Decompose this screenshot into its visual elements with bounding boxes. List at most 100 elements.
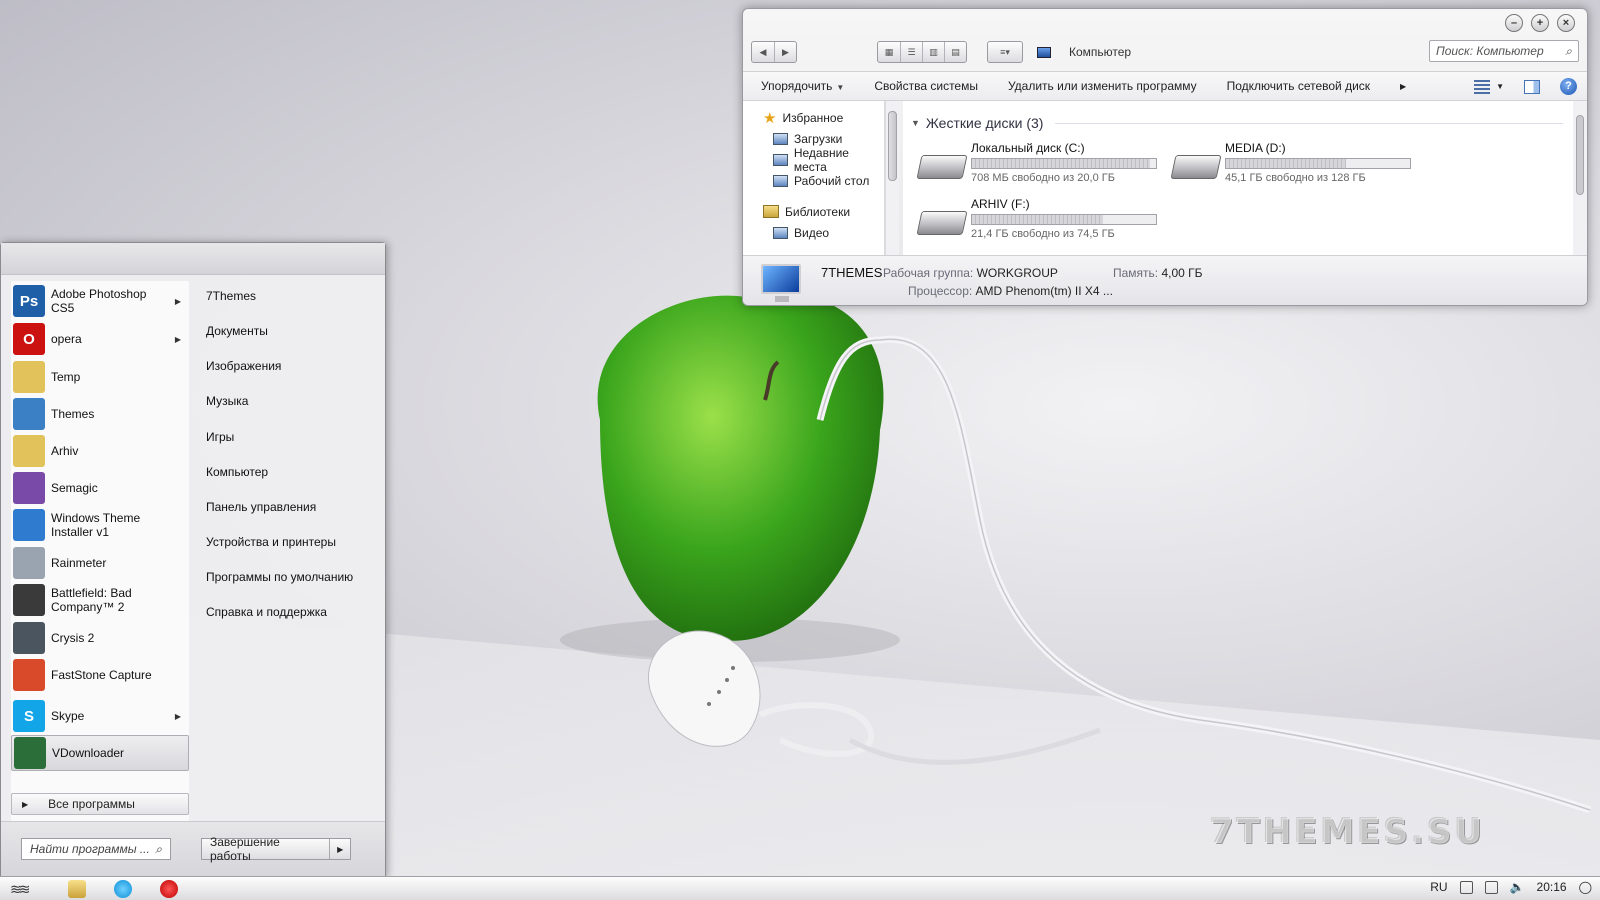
all-programs-button[interactable]: ▶ Все программы [11, 793, 189, 815]
nav-item-libraries[interactable]: Библиотеки [743, 201, 884, 222]
drive-item-c[interactable]: Локальный диск (C:) 708 МБ свободно из 2… [916, 141, 1169, 193]
program-item[interactable]: Battlefield: Bad Company™ 2 [11, 582, 189, 618]
uninstall-program-button[interactable]: Удалить или изменить программу [1008, 79, 1197, 93]
explorer-taskbar-icon[interactable] [68, 879, 86, 898]
command-bar: Упорядочить ▼ Свойства системы Удалить ил… [743, 71, 1587, 101]
start-menu: Ps Adobe Photoshop CS5 ▶ Oopera ▶ Temp Themes A… [0, 242, 386, 878]
program-label: Adobe Photoshop CS5 [51, 287, 147, 315]
drive-usage-fill [1226, 159, 1346, 168]
submenu-arrow-icon[interactable]: ▶ [175, 297, 181, 306]
start-menu-header [1, 243, 385, 275]
shutdown-button[interactable]: Завершение работы ▶ [201, 835, 351, 863]
program-label: Arhiv [51, 444, 79, 458]
places-item[interactable]: Музыка [206, 394, 248, 408]
nav-item-recent-places[interactable]: Недавние места [743, 146, 884, 174]
places-item[interactable]: Панель управления [206, 500, 316, 514]
program-item[interactable]: Oopera ▶ [11, 321, 189, 357]
program-label: Themes [51, 407, 95, 421]
close-button[interactable]: × [1557, 14, 1575, 32]
address-bar[interactable]: Компьютер [1037, 45, 1131, 59]
places-item[interactable]: Устройства и принтеры [206, 535, 336, 549]
program-item[interactable]: Rainmeter [11, 545, 189, 581]
libraries-icon [763, 205, 779, 218]
clock[interactable]: 20:16 [1537, 880, 1567, 894]
group-header-label: Жесткие диски (3) [925, 115, 1044, 131]
language-indicator[interactable]: RU [1430, 880, 1447, 894]
content-pane: ▼ Жесткие диски (3) Локальный диск (C:) … [903, 101, 1573, 255]
preview-pane-icon[interactable] [1524, 79, 1540, 94]
nav-item-video[interactable]: Видео [743, 222, 884, 243]
shutdown-options-button[interactable]: ▶ [330, 845, 350, 854]
program-label: Temp [51, 370, 81, 384]
video-icon [773, 226, 788, 239]
maximize-button[interactable]: + [1531, 14, 1549, 32]
program-item[interactable]: Themes [11, 396, 189, 432]
content-scrollbar[interactable] [1573, 101, 1587, 255]
skype-taskbar-icon[interactable] [114, 879, 132, 898]
explorer-window[interactable]: – + × ◀ ▶ ▦ ☰ ▥ ▤ ≡▾ Компьютер Поиск: Ко… [742, 8, 1588, 306]
shutdown-label: Завершение работы [202, 835, 331, 863]
scrollbar-thumb[interactable] [1576, 115, 1584, 195]
minimize-button[interactable]: – [1505, 14, 1523, 32]
places-item[interactable]: Изображения [206, 359, 281, 373]
submenu-arrow-icon[interactable]: ▶ [175, 335, 181, 344]
nav-item-favorites[interactable]: ★ Избранное [743, 107, 884, 128]
program-item[interactable]: Ps Adobe Photoshop CS5 ▶ [11, 283, 189, 319]
places-item[interactable]: Игры [206, 430, 234, 444]
places-item[interactable]: Документы [206, 324, 268, 338]
program-label: Semagic [51, 481, 98, 495]
opera-taskbar-icon[interactable] [160, 879, 178, 898]
network-icon[interactable] [1484, 880, 1498, 894]
start-button[interactable]: ≋≋ [10, 881, 44, 897]
forward-button[interactable]: ▶ [774, 42, 796, 62]
volume-icon[interactable]: 🔈 [1510, 880, 1525, 894]
view-filmstrip-button[interactable]: ▤ [944, 42, 966, 62]
more-commands-button[interactable]: ▶ [1400, 82, 1406, 91]
desktop-icon [773, 174, 788, 187]
nav-item-desktop[interactable]: Рабочий стол [743, 170, 884, 191]
places-item[interactable]: Программы по умолчанию [206, 570, 353, 584]
view-list-button[interactable]: ☰ [900, 42, 922, 62]
program-search-input[interactable]: Найти программы ... ⌕ [21, 838, 171, 860]
nav-pane-scrollbar[interactable] [885, 101, 899, 255]
program-item[interactable]: Semagic [11, 470, 189, 506]
program-item[interactable]: S Skype ▶ [11, 698, 189, 734]
program-item[interactable]: FastStone Capture [11, 657, 189, 693]
program-list: Ps Adobe Photoshop CS5 ▶ Oopera ▶ Temp Themes A… [11, 281, 189, 821]
places-item[interactable]: Компьютер [206, 465, 268, 479]
group-header[interactable]: ▼ Жесткие диски (3) [911, 115, 1563, 131]
organize-button[interactable]: Упорядочить ▼ [761, 79, 844, 93]
drive-item-f[interactable]: ARHIV (F:) 21,4 ГБ свободно из 74,5 ГБ [916, 197, 1169, 249]
back-forward-buttons: ◀ ▶ [751, 41, 797, 63]
chevron-down-icon: ▼ [911, 118, 920, 128]
program-item[interactable]: Arhiv [11, 433, 189, 469]
opera-icon: O [13, 323, 45, 355]
places-item[interactable]: Справка и поддержка [206, 605, 327, 619]
submenu-arrow-icon[interactable]: ▶ [175, 712, 181, 721]
back-button[interactable]: ◀ [752, 42, 774, 62]
program-item[interactable]: Crysis 2 [11, 620, 189, 656]
search-input[interactable]: Поиск: Компьютер ⌕ [1429, 40, 1579, 62]
drive-item-d[interactable]: MEDIA (D:) 45,1 ГБ свободно из 128 ГБ [1170, 141, 1423, 193]
command-bar-right: ▼ ? [1474, 78, 1577, 95]
view-icons-button[interactable]: ▦ [878, 42, 900, 62]
show-desktop-icon[interactable]: ◯ [1579, 880, 1592, 894]
drive-name: ARHIV (F:) [971, 197, 1030, 211]
map-network-drive-button[interactable]: Подключить сетевой диск [1227, 79, 1370, 93]
program-item[interactable]: Temp [11, 359, 189, 395]
scrollbar-thumb[interactable] [888, 111, 897, 181]
program-item[interactable]: Windows Theme Installer v1 [11, 507, 189, 543]
places-item[interactable]: 7Themes [206, 289, 256, 303]
drive-name: Локальный диск (C:) [971, 141, 1085, 155]
sort-dropdown-button[interactable]: ≡▾ [987, 41, 1023, 63]
memory-row: Память: 4,00 ГБ [1113, 266, 1203, 280]
system-properties-button[interactable]: Свойства системы [874, 79, 978, 93]
photoshop-icon: Ps [13, 285, 45, 317]
action-center-icon[interactable] [1459, 880, 1473, 894]
sort-icon: ≡▾ [1000, 46, 1010, 57]
search-placeholder: Поиск: Компьютер [1436, 44, 1544, 58]
view-columns-button[interactable]: ▥ [922, 42, 944, 62]
help-icon[interactable]: ? [1560, 78, 1577, 95]
program-item[interactable]: VDownloader [11, 735, 189, 771]
change-view-button[interactable]: ▼ [1474, 79, 1504, 94]
